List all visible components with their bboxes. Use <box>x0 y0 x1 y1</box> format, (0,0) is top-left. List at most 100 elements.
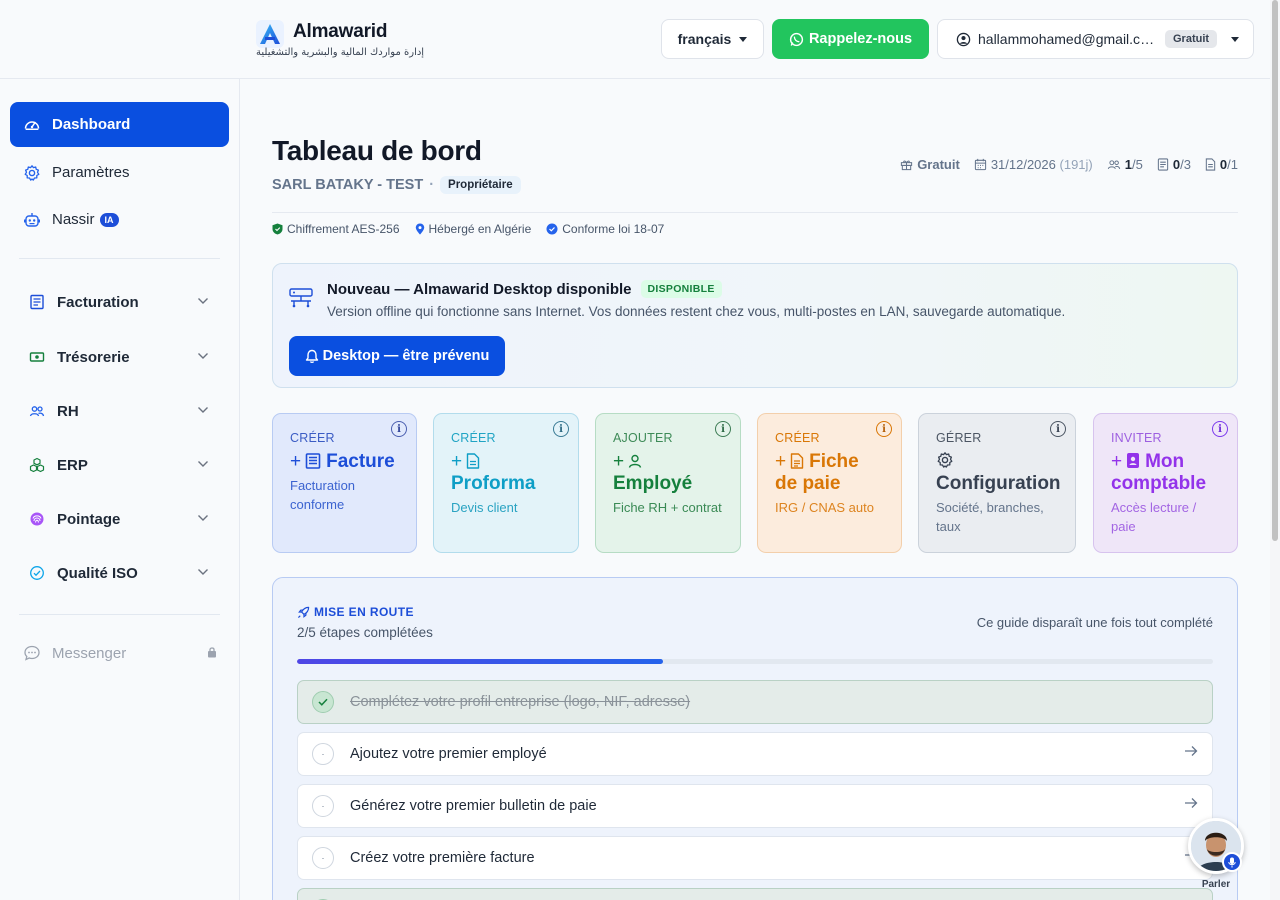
stat-plan-label: Gratuit <box>917 157 960 172</box>
map-pin-icon <box>415 223 424 235</box>
card-subtitle: Fiche RH + contrat <box>613 500 722 515</box>
plus-icon: + <box>290 451 302 472</box>
pending-dot-icon: · <box>312 743 334 765</box>
sidebar-group-facturation[interactable]: Facturation <box>19 287 211 317</box>
sidebar-item-messenger[interactable]: Messenger <box>23 644 219 662</box>
card-title-row: + Facture <box>290 451 416 473</box>
caret-down-icon <box>1231 36 1240 42</box>
info-icon[interactable]: i <box>876 421 892 437</box>
separator: · <box>429 177 435 193</box>
scrollbar-thumb[interactable] <box>1272 0 1278 541</box>
sidebar-item-settings[interactable]: Paramètres <box>10 150 229 195</box>
guide-step[interactable]: Complétez votre profil entreprise (logo,… <box>297 680 1213 724</box>
invoices-used: 0 <box>1172 157 1181 172</box>
guide-step[interactable]: · Créez votre première facture <box>297 836 1213 880</box>
callback-button[interactable]: Rappelez-nous <box>772 19 929 59</box>
chevron-down-icon <box>198 407 208 413</box>
guide-step-label: Complétez votre profil entreprise (logo,… <box>350 694 691 710</box>
arrow-right-icon <box>1185 798 1198 808</box>
trust-encryption: Chiffrement AES-256 <box>272 222 400 236</box>
guide-kicker: MISE EN ROUTE <box>297 605 414 619</box>
role-badge: Propriétaire <box>440 176 521 194</box>
banner-title: Nouveau — Almawarid Desktop disponible <box>327 280 632 298</box>
microphone-icon <box>1222 852 1242 872</box>
stat-documents: 0/1 <box>1205 157 1238 172</box>
page-scrollbar[interactable] <box>1270 0 1280 900</box>
voice-assistant-button[interactable]: Parler <box>1188 818 1244 890</box>
guide-note: Ce guide disparaît une fois tout complét… <box>976 615 1213 630</box>
sidebar-item-nassir[interactable]: Nassir IA <box>10 197 229 242</box>
shield-icon <box>272 223 283 235</box>
sidebar-group-rh[interactable]: RH <box>19 396 211 426</box>
quick-action-proforma[interactable]: CRÉER + Proforma Devis client i <box>433 413 579 553</box>
expiry-date: 31/12/2026 <box>990 157 1056 172</box>
users-icon <box>1107 160 1120 170</box>
sidebar-group-tresorerie[interactable]: Trésorerie <box>19 342 211 372</box>
user-icon <box>628 454 642 468</box>
trust-label: Chiffrement AES-256 <box>287 222 400 236</box>
guide-step-label: Ajoutez votre premier employé <box>350 746 547 762</box>
assistant-label: Parler <box>1201 879 1231 890</box>
quick-action-fiche-de-paie[interactable]: CRÉER + Fiche de paie IRG / CNAS auto i <box>757 413 902 553</box>
pending-dot-icon: · <box>312 795 334 817</box>
sidebar-group-erp[interactable]: ERP <box>19 450 211 480</box>
user-menu[interactable]: hallammohamed@gmail.com Gratuit <box>937 19 1254 59</box>
guide-progress-bar <box>297 659 1213 664</box>
card-title: Proforma <box>451 473 536 494</box>
chevron-down-icon <box>198 515 208 521</box>
language-select[interactable]: français <box>661 19 764 59</box>
card-title-row: + Mon comptable <box>1111 451 1226 495</box>
stat-expiry: 31/12/2026 (191j) <box>974 157 1093 172</box>
ia-badge: IA <box>99 212 119 227</box>
top-header: Almawarid إدارة مواردك المالية والبشرية … <box>0 0 1270 79</box>
quick-action-configuration[interactable]: GÉRER Configuration Société, branches, t… <box>918 413 1076 553</box>
guide-step[interactable]: · Ajoutez votre premier employé <box>297 732 1213 776</box>
gift-icon <box>901 160 913 171</box>
robot-icon <box>23 211 41 229</box>
info-icon[interactable]: i <box>1050 421 1066 437</box>
quick-action-facture[interactable]: CRÉER + Facture Facturation conforme i <box>272 413 417 553</box>
app-logo[interactable]: Almawarid إدارة مواردك المالية والبشرية … <box>256 19 424 58</box>
sidebar-divider <box>19 258 220 259</box>
sidebar-group-qualite-iso[interactable]: Qualité ISO <box>19 558 211 588</box>
chat-bubble-icon <box>24 645 40 661</box>
quick-action-mon-comptable[interactable]: INVITER + Mon comptable Accès lecture / p… <box>1093 413 1238 553</box>
plus-icon: + <box>613 451 625 472</box>
whatsapp-icon <box>789 32 804 46</box>
guide-step[interactable] <box>297 888 1213 900</box>
sidebar-group-label: RH <box>57 402 79 420</box>
info-icon[interactable]: i <box>1212 421 1228 437</box>
company-name: SARL BATAKY - TEST <box>272 177 424 193</box>
guide-step[interactable]: · Générez votre premier bulletin de paie <box>297 784 1213 828</box>
invoice-icon <box>305 453 321 469</box>
info-icon[interactable]: i <box>553 421 569 437</box>
user-circle-icon <box>956 32 971 46</box>
info-icon[interactable]: i <box>391 421 407 437</box>
divider <box>272 212 1238 213</box>
sidebar-item-dashboard[interactable]: Dashboard <box>10 102 229 147</box>
rocket-icon <box>297 606 310 618</box>
language-label: français <box>677 31 732 47</box>
plus-icon: + <box>451 451 463 472</box>
users-used: 1 <box>1124 157 1132 172</box>
guide-kicker-label: MISE EN ROUTE <box>314 605 414 619</box>
sidebar-group-pointage[interactable]: Pointage <box>19 504 211 534</box>
id-badge-icon <box>1127 453 1140 468</box>
chevron-down-icon <box>198 353 208 359</box>
check-circle-icon <box>29 565 45 581</box>
calendar-icon <box>974 158 986 171</box>
card-subtitle: Devis client <box>451 500 518 515</box>
app-tagline: إدارة مواردك المالية والبشرية والتشغيلية <box>256 47 425 58</box>
chevron-down-icon <box>198 569 208 575</box>
gear-icon <box>23 164 41 182</box>
sidebar-divider <box>19 614 220 615</box>
caret-down-icon <box>739 36 748 42</box>
days-left: (191j) <box>1059 157 1093 172</box>
desktop-notify-button[interactable]: Desktop — être prévenu <box>289 336 505 376</box>
chevron-down-icon <box>198 298 208 304</box>
bell-icon <box>305 349 318 363</box>
app-name: Almawarid <box>293 21 388 42</box>
quick-action-employe[interactable]: AJOUTER + Employé Fiche RH + contrat i <box>595 413 741 553</box>
available-badge: DISPONIBLE <box>640 280 722 298</box>
info-icon[interactable]: i <box>715 421 731 437</box>
